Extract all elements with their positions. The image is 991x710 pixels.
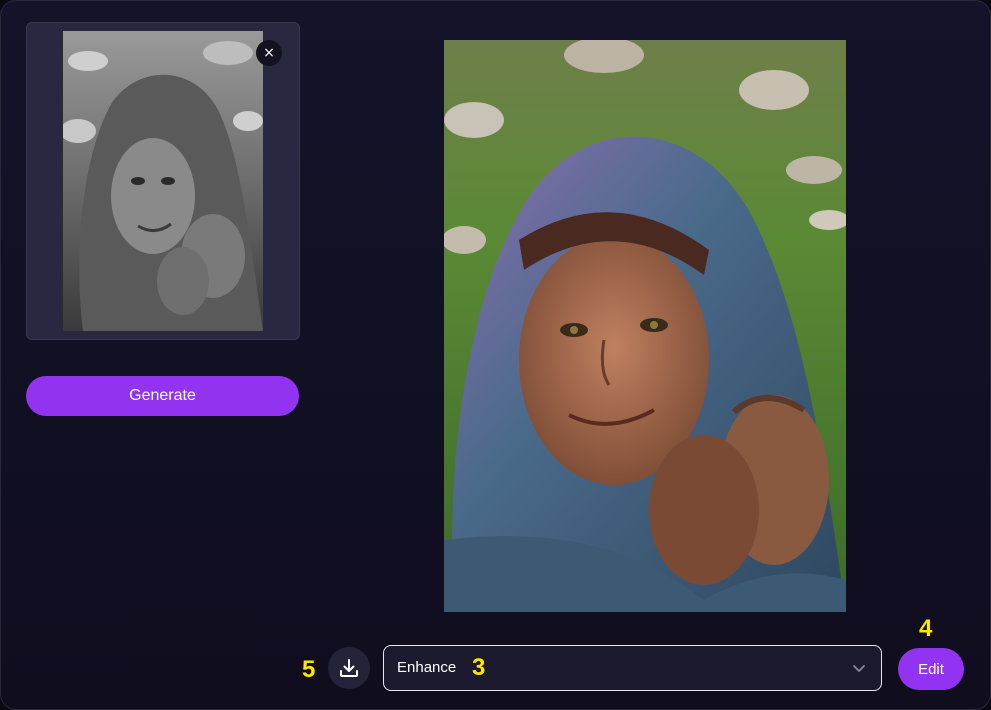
close-icon: × bbox=[263, 45, 275, 61]
annotation-marker-5: 5 bbox=[302, 656, 316, 683]
generate-button[interactable]: Generate bbox=[26, 376, 299, 416]
mode-select-value: Enhance bbox=[397, 659, 457, 676]
annotation-marker-4: 4 bbox=[919, 615, 933, 642]
app-window: × Generate 5 Enhance 3 4 Edit bbox=[0, 0, 991, 710]
remove-image-button[interactable]: × bbox=[256, 40, 282, 66]
annotation-marker-3: 3 bbox=[472, 654, 486, 681]
edit-button[interactable]: Edit bbox=[898, 648, 964, 690]
chevron-down-icon bbox=[853, 665, 865, 672]
result-photo bbox=[444, 40, 846, 612]
source-image-thumbnail bbox=[63, 31, 263, 331]
result-image bbox=[444, 40, 846, 612]
mode-select[interactable]: Enhance 3 bbox=[383, 645, 882, 691]
download-icon bbox=[340, 659, 358, 677]
source-photo bbox=[63, 31, 263, 331]
download-button[interactable] bbox=[328, 647, 370, 689]
source-image-card: × bbox=[26, 22, 300, 340]
